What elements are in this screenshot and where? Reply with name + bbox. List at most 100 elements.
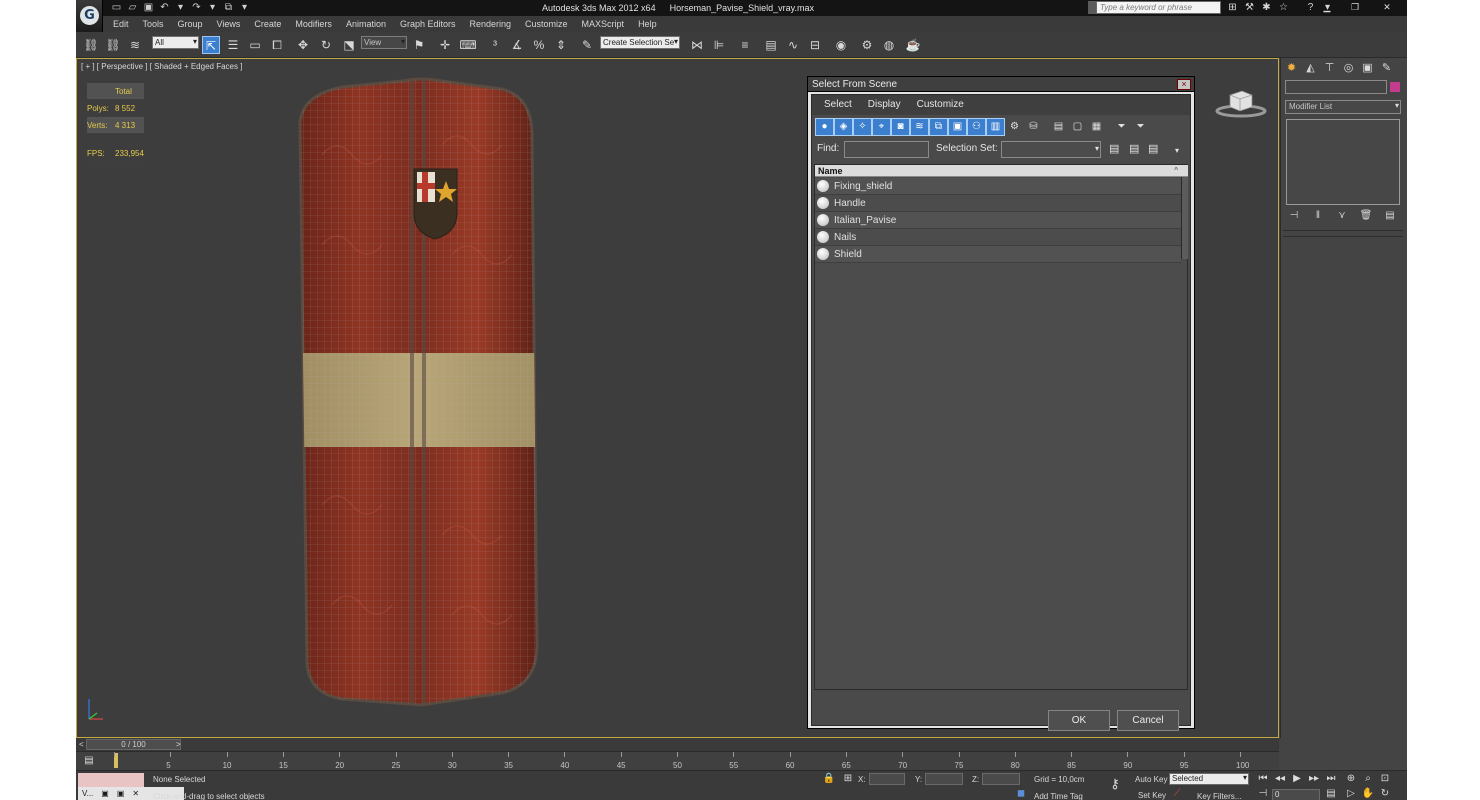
remove-from-selection-set-icon[interactable]: ▤ xyxy=(1148,142,1158,155)
named-selection-dropdown[interactable]: Create Selection Se xyxy=(600,36,680,49)
new-file-icon[interactable]: ▭ xyxy=(110,1,123,14)
modifier-stack[interactable] xyxy=(1286,119,1400,205)
select-all-icon[interactable]: ▤ xyxy=(1049,118,1068,136)
create-selection-set-icon[interactable]: ▤ xyxy=(1109,142,1119,155)
close-window-button[interactable]: ✕ xyxy=(1376,0,1398,14)
select-invert-icon[interactable]: ▦ xyxy=(1087,118,1106,136)
scale-icon[interactable]: ⬔ xyxy=(340,36,358,54)
material-editor-icon[interactable]: ◉ xyxy=(832,36,850,54)
script-tab-icon[interactable]: ▣ xyxy=(101,789,109,798)
object-color-swatch[interactable] xyxy=(1390,82,1400,92)
add-to-selection-set-icon[interactable]: ▤ xyxy=(1129,142,1139,155)
save-file-icon[interactable]: ▣ xyxy=(142,1,155,14)
select-by-name-icon[interactable]: ☰ xyxy=(224,36,242,54)
menu-item-graph-editors[interactable]: Graph Editors xyxy=(400,16,456,32)
utilities-tab-icon[interactable]: ✎ xyxy=(1379,61,1394,76)
open-file-icon[interactable]: ▱ xyxy=(126,1,139,14)
display-bones-icon[interactable]: ⚇ xyxy=(967,118,986,136)
set-key-button[interactable]: Set Key xyxy=(1138,791,1166,800)
window-crossing-icon[interactable]: ⧠ xyxy=(268,36,286,54)
previous-frame-icon[interactable]: ◂◂ xyxy=(1273,772,1287,786)
dialog-menu-select[interactable]: Select xyxy=(824,95,852,115)
display-lights-icon[interactable]: ✧ xyxy=(853,118,872,136)
display-cameras-icon[interactable]: ⌖ xyxy=(872,118,891,136)
rendered-frame-icon[interactable]: ◍ xyxy=(880,36,898,54)
list-item[interactable]: Handle xyxy=(815,195,1181,212)
go-to-end-icon[interactable]: ⏭ xyxy=(1324,772,1338,786)
dialog-menu-customize[interactable]: Customize xyxy=(917,95,964,115)
track-bar[interactable]: ▤ 5 10 15 20 25 30 35 40 45 50 55 60 65 70 75 80 85 90 95 1… xyxy=(76,751,1279,770)
menu-item-animation[interactable]: Animation xyxy=(346,16,386,32)
find-input[interactable] xyxy=(844,141,929,158)
list-item[interactable]: Shield xyxy=(815,246,1181,263)
selection-set-dropdown[interactable] xyxy=(1001,141,1101,158)
time-slider-next-icon[interactable]: > xyxy=(176,738,181,751)
column-header-name[interactable]: Name ^ xyxy=(815,165,1188,177)
script-tab-icon[interactable]: ▣ xyxy=(117,789,125,798)
search-input[interactable]: Type a keyword or phrase xyxy=(1096,1,1221,14)
dialog-menu-display[interactable]: Display xyxy=(868,95,901,115)
menu-item-tools[interactable]: Tools xyxy=(143,16,164,32)
select-object-icon[interactable]: ⇱ xyxy=(202,36,220,54)
menu-item-edit[interactable]: Edit xyxy=(113,16,129,32)
ok-button[interactable]: OK xyxy=(1048,710,1110,731)
orbit-icon[interactable]: ↻ xyxy=(1378,787,1392,800)
display-helpers-icon[interactable]: ◙ xyxy=(891,118,910,136)
favorites-icon[interactable]: ☆ xyxy=(1277,1,1290,14)
search-expand-button[interactable] xyxy=(1088,1,1096,14)
app-logo-button[interactable]: G xyxy=(76,0,103,32)
curve-editor-icon[interactable]: ∿ xyxy=(784,36,802,54)
dialog-title[interactable]: Select From Scene xyxy=(808,77,1194,92)
show-end-result-icon[interactable]: ‖ xyxy=(1311,210,1325,222)
selection-filter-dropdown[interactable]: All xyxy=(152,36,199,49)
render-setup-icon[interactable]: ⚙ xyxy=(858,36,876,54)
viewport-label[interactable]: [ + ] [ Perspective ] [ Shaded + Edged F… xyxy=(81,62,242,71)
bind-space-warp-icon[interactable]: ≋ xyxy=(126,36,144,54)
angle-snap-icon[interactable]: ∡ xyxy=(508,36,526,54)
filter-icon[interactable]: ⏷ xyxy=(1112,118,1131,136)
next-frame-icon[interactable]: ▸▸ xyxy=(1307,772,1321,786)
mirror-icon[interactable]: ⋈ xyxy=(688,36,706,54)
modifier-list-dropdown[interactable]: Modifier List xyxy=(1285,100,1401,114)
maximize-button[interactable]: ❐ xyxy=(1344,0,1366,14)
display-space-warps-icon[interactable]: ≋ xyxy=(910,118,929,136)
redo-dropdown-icon[interactable]: ▾ xyxy=(206,1,219,14)
key-mode-dropdown[interactable]: Selected xyxy=(1169,773,1249,785)
link-icon[interactable]: ⛓ xyxy=(82,36,100,54)
mini-curve-editor-icon[interactable]: ▤ xyxy=(82,754,96,768)
reference-coordinate-dropdown[interactable]: View xyxy=(361,36,407,49)
script-tab[interactable]: V... xyxy=(82,789,93,798)
menu-item-help[interactable]: Help xyxy=(638,16,657,32)
display-tab-icon[interactable]: ▣ xyxy=(1360,61,1375,76)
display-hidden-icon[interactable]: ⛁ xyxy=(1024,118,1043,136)
percent-snap-icon[interactable]: % xyxy=(530,36,548,54)
graphite-ribbon-icon[interactable]: ▤ xyxy=(762,36,780,54)
edit-named-selection-icon[interactable]: ✎ xyxy=(578,36,596,54)
list-item[interactable]: Italian_Pavise xyxy=(815,212,1181,229)
advanced-filter-icon[interactable]: ⏷ xyxy=(1131,118,1150,136)
create-tab-icon[interactable]: ✹ xyxy=(1284,61,1299,76)
list-item[interactable]: Nails xyxy=(815,229,1181,246)
pavise-shield-model[interactable] xyxy=(282,75,552,715)
dialog-close-button[interactable]: × xyxy=(1177,79,1191,90)
binoculars-icon[interactable]: ⊞ xyxy=(1226,1,1239,14)
display-frozen-icon[interactable]: ⚙ xyxy=(1005,118,1024,136)
time-config-icon[interactable]: ▤ xyxy=(1324,787,1338,800)
menu-item-group[interactable]: Group xyxy=(178,16,203,32)
select-none-icon[interactable]: ▢ xyxy=(1068,118,1087,136)
list-scrollbar[interactable] xyxy=(1181,177,1188,259)
unlink-icon[interactable]: ⛓ xyxy=(104,36,122,54)
auto-key-button[interactable]: Auto Key xyxy=(1135,775,1167,784)
zoom-extents-icon[interactable]: ⊕ xyxy=(1344,772,1358,786)
menu-item-modifiers[interactable]: Modifiers xyxy=(295,16,332,32)
x-coordinate-field[interactable] xyxy=(869,773,905,785)
pivot-center-icon[interactable]: ⚑ xyxy=(410,36,428,54)
layer-manager-icon[interactable]: ≡ xyxy=(736,36,754,54)
go-to-start-icon[interactable]: ⏮ xyxy=(1256,772,1270,786)
display-shapes-icon[interactable]: ◈ xyxy=(834,118,853,136)
move-icon[interactable]: ✥ xyxy=(294,36,312,54)
time-slider[interactable]: < 0 / 100 > xyxy=(76,738,1279,751)
options-arrow-icon[interactable]: ▾ xyxy=(1175,146,1179,155)
make-unique-icon[interactable]: ⋎ xyxy=(1335,210,1349,222)
lock-selection-icon[interactable]: 🔒 xyxy=(822,772,836,786)
